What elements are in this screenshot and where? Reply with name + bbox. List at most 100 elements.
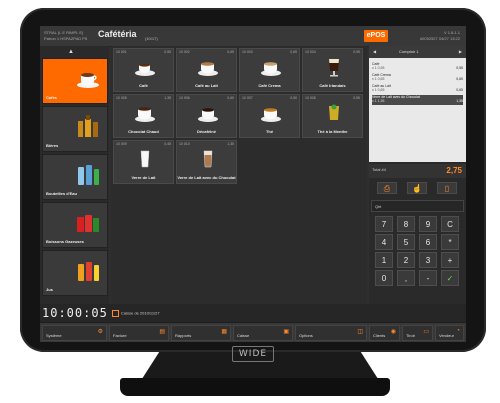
- irish-coffee-icon: [329, 59, 339, 77]
- key-8[interactable]: 8: [397, 216, 415, 232]
- scroll-up-arrow-icon[interactable]: ▲: [68, 49, 74, 55]
- menu-systeme[interactable]: Système ⚙: [42, 325, 107, 341]
- product-tile-verre-de-lait[interactable]: 10 009 0,45 Verre de Lait: [113, 140, 174, 184]
- product-name: Verre de Lait: [131, 175, 156, 180]
- product-name: Thé: [265, 129, 274, 134]
- options-icon: ◫: [357, 329, 363, 335]
- key-4[interactable]: 4: [375, 234, 393, 250]
- key-0[interactable]: 0: [375, 270, 393, 286]
- key-multiply[interactable]: *: [441, 234, 459, 250]
- water-bottles-icon: [78, 165, 99, 185]
- category-label: Bières: [46, 143, 59, 148]
- key-9[interactable]: 9: [419, 216, 437, 232]
- ticket-panel: ◀ Comptoir 1 ▶ Café x 1 0,95 0,55 Café C…: [369, 46, 466, 318]
- cash-drawer-icon: ▣: [283, 329, 289, 335]
- page-title: Cafétéria: [98, 29, 137, 39]
- key-clear[interactable]: C: [441, 216, 459, 232]
- product-tile-cafe-crema[interactable]: 10 003 0,65 Café Crema: [239, 48, 300, 92]
- print-button[interactable]: ⎙: [377, 182, 397, 194]
- ticket-line-qty: x 1 1,35: [372, 99, 385, 103]
- ticket-line[interactable]: Café Crema x 1 0,65 0,65: [372, 73, 463, 83]
- menu-label: Facture: [113, 333, 127, 338]
- epos-logo: ePOS: [364, 30, 388, 42]
- menu-facture[interactable]: Facture ▤: [109, 325, 169, 341]
- product-tile-the[interactable]: 10 007 0,50 Thé: [239, 94, 300, 138]
- category-cafes[interactable]: Cafés: [42, 58, 108, 104]
- coffee-crema-icon: [261, 62, 281, 76]
- tea-cup-icon: [261, 108, 281, 122]
- previous-ticket-button[interactable]: ◀: [373, 49, 376, 54]
- product-code: 10 009: [116, 142, 127, 146]
- product-price: 0,55: [164, 50, 171, 54]
- product-tile-cafe[interactable]: 10 001 0,55 Café: [113, 48, 174, 92]
- category-boissons-gazeuses[interactable]: Boissons Gazeuses: [42, 202, 108, 248]
- category-label: Boissons Gazeuses: [46, 239, 84, 244]
- next-ticket-button[interactable]: ▶: [459, 49, 462, 54]
- ticket-line[interactable]: Café x 1 0,95 0,55: [372, 62, 463, 72]
- key-5[interactable]: 5: [397, 234, 415, 250]
- product-grid: 10 001 0,55 Café 10 002 0,65 Café au Lai…: [111, 46, 367, 304]
- key-minus[interactable]: -: [419, 270, 437, 286]
- menu-tiroir[interactable]: Tiroir ▭: [402, 325, 433, 341]
- delete-line-button[interactable]: ▯: [437, 182, 457, 194]
- receipt-icon: ▯: [444, 184, 450, 193]
- key-2[interactable]: 2: [397, 252, 415, 268]
- ticket-line-price: 0,65: [456, 88, 463, 92]
- lock-icon: [112, 310, 119, 317]
- product-code: 10 007: [242, 96, 253, 100]
- product-name: Thé à la Menthe: [317, 129, 348, 134]
- total-value: 2,75: [446, 166, 462, 175]
- ticket-line-price: 0,65: [456, 77, 463, 81]
- key-3[interactable]: 3: [419, 252, 437, 268]
- product-code: 10 010: [179, 142, 190, 146]
- category-jus[interactable]: Jus: [42, 250, 108, 296]
- product-tile-the-menthe[interactable]: 10 008 0,55 Thé à la Menthe: [302, 94, 363, 138]
- user-line-2: Patron 1 HSPAZPAD P5: [44, 36, 88, 41]
- menu-label: Caisse: [237, 333, 250, 338]
- key-comma[interactable]: ,: [397, 270, 415, 286]
- key-plus[interactable]: +: [441, 252, 459, 268]
- product-code: 10 005: [116, 96, 127, 100]
- product-name: Café Crema: [258, 83, 281, 88]
- ticket-line-selected[interactable]: Verre de Lait avec du Chocolat x 1 1,35 …: [372, 95, 463, 105]
- product-tile-decafeine[interactable]: 10 006 0,60 Décaféiné: [176, 94, 237, 138]
- product-name: Café au Lait: [195, 83, 218, 88]
- menu-label: Système: [46, 333, 62, 338]
- coffee-cup-icon: [77, 73, 99, 88]
- top-bar: STRAL (L E RIMPL E) Patron 1 HSPAZPAD P5…: [40, 26, 466, 47]
- discount-button[interactable]: ☝: [407, 182, 427, 194]
- product-name: Verre de Lait avec du Chocolat: [177, 175, 236, 180]
- ticket-line[interactable]: Café au Lait x 1 0,65 0,65: [372, 84, 463, 94]
- ticket-header: ◀ Comptoir 1 ▶: [369, 46, 466, 58]
- category-bieres[interactable]: Bières: [42, 106, 108, 152]
- product-price: 1,35: [227, 142, 234, 146]
- key-7[interactable]: 7: [375, 216, 393, 232]
- category-bouteilles-eau[interactable]: Bouteilles d'Eau: [42, 154, 108, 200]
- product-code: 10 001: [116, 50, 127, 54]
- menu-options[interactable]: Options ◫: [295, 325, 367, 341]
- menu-rapports[interactable]: Rapports ▦: [171, 325, 231, 341]
- status-row: 10:00:05 Caisse de 2010/11/27: [40, 304, 466, 322]
- menu-caisse[interactable]: Caisse ▣: [233, 325, 293, 341]
- quantity-field[interactable]: Qté: [371, 200, 464, 212]
- menu-label: Clients: [373, 333, 386, 338]
- product-tile-cafe-au-lait[interactable]: 10 002 0,65 Café au Lait: [176, 48, 237, 92]
- product-tile-chocolat-chaud[interactable]: 10 005 1,35 Chocolat Chaud: [113, 94, 174, 138]
- category-label: Bouteilles d'Eau: [46, 191, 77, 196]
- ticket-line-qty: x 1 0,65: [372, 88, 385, 92]
- menu-clients[interactable]: Clients ◉: [369, 325, 400, 341]
- product-code: 10 002: [179, 50, 190, 54]
- key-ok[interactable]: ✓: [441, 270, 459, 286]
- total-label: Total #4: [372, 167, 387, 172]
- coffee-cup-icon: [198, 62, 218, 76]
- ticket-actions: ⎙ ☝ ▯: [369, 180, 466, 196]
- menu-vendeur[interactable]: Vendeur ◔: [435, 325, 464, 341]
- ticket-lines: Café x 1 0,95 0,55 Café Crema x 1 0,65 0…: [369, 58, 466, 162]
- product-tile-lait-chocolat[interactable]: 10 010 1,35 Verre de Lait avec du Chocol…: [176, 140, 237, 184]
- key-1[interactable]: 1: [375, 252, 393, 268]
- hot-chocolate-icon: [135, 107, 155, 122]
- key-6[interactable]: 6: [419, 234, 437, 250]
- hand-icon: ☝: [412, 184, 422, 193]
- ticket-line-price: 1,35: [456, 99, 463, 103]
- product-tile-cafe-irlandais[interactable]: 10 004 0,95 Café Irlandais: [302, 48, 363, 92]
